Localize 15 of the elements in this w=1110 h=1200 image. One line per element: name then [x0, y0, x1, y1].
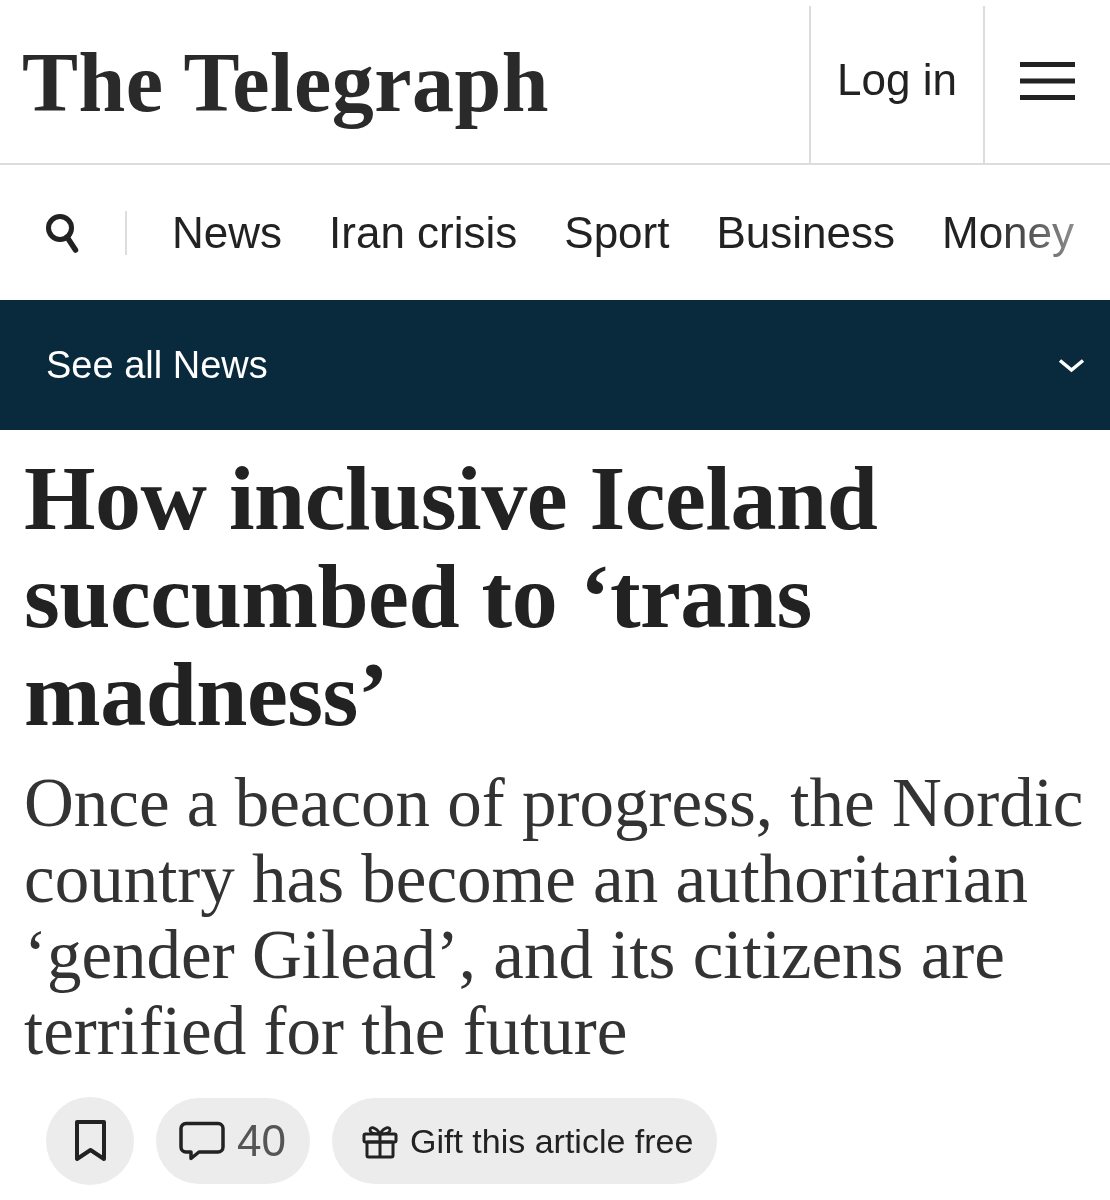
- gift-icon: [361, 1123, 398, 1159]
- nav-link[interactable]: Iran crisis: [329, 204, 518, 261]
- comments-button[interactable]: 40: [156, 1098, 310, 1184]
- section-dropdown[interactable]: See all News: [0, 300, 1110, 430]
- gift-button[interactable]: Gift this article free: [331, 1098, 718, 1184]
- search-icon[interactable]: [45, 212, 79, 253]
- nav-link[interactable]: News: [172, 204, 283, 261]
- comment-icon: [179, 1121, 225, 1161]
- nav-link[interactable]: Money: [942, 204, 1075, 261]
- menu-icon: [1020, 61, 1075, 100]
- nav-link[interactable]: Sport: [564, 204, 670, 261]
- login-button[interactable]: Log in: [809, 6, 983, 163]
- headline: How inclusive Iceland succumbed to ‘trans madness’: [24, 449, 879, 743]
- nav-link[interactable]: Business: [716, 204, 895, 261]
- standfirst: Once a beacon of progress, the Nordic country has become an authoritarian ‘gender Gilead’, and its citizens are terrified for the future: [24, 765, 1085, 1069]
